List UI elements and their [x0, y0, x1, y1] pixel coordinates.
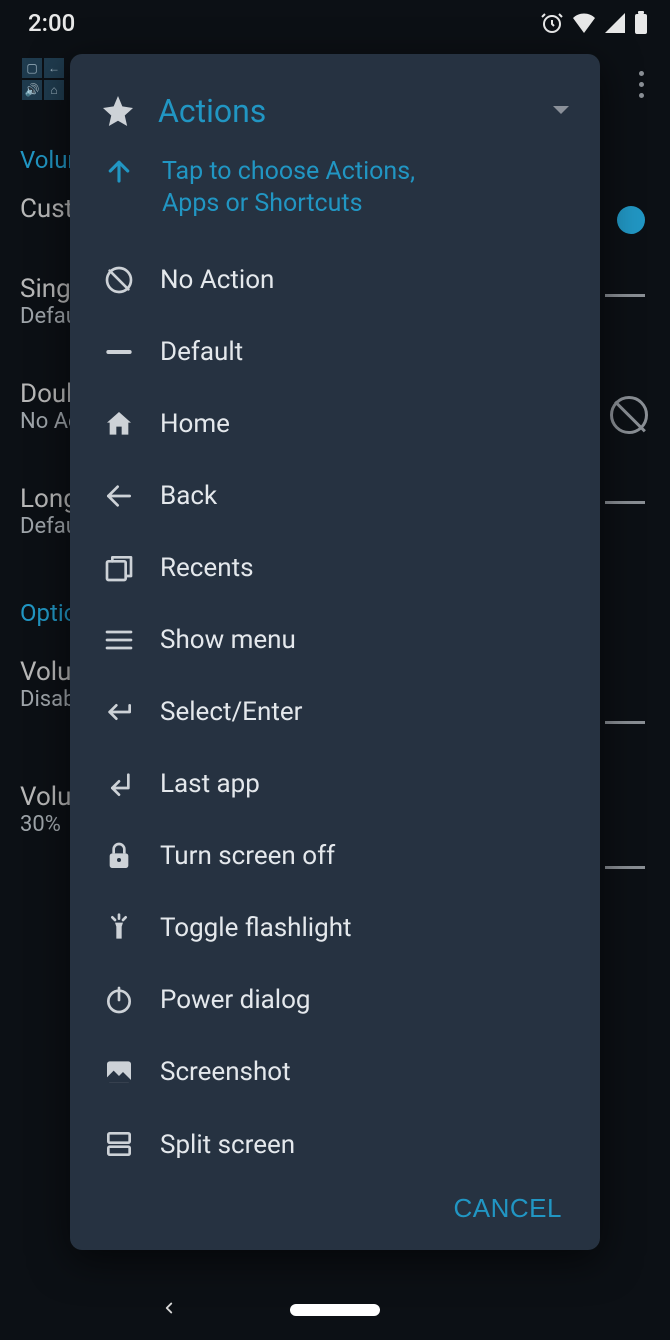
arrow-up-icon	[104, 156, 134, 186]
action-item-label: Recents	[160, 553, 254, 583]
action-item-last-app[interactable]: Last app	[90, 748, 580, 820]
alarm-icon	[540, 11, 564, 35]
android-navbar	[0, 1280, 670, 1340]
battery-icon	[634, 11, 648, 35]
split-icon	[102, 1127, 136, 1161]
action-item-power-dialog[interactable]: Power dialog	[90, 964, 580, 1036]
status-bar: 2:00	[0, 0, 670, 46]
action-item-split-screen[interactable]: Split screen	[90, 1108, 580, 1175]
dialog-hint-text: Tap to choose Actions, Apps or Shortcuts	[162, 156, 442, 220]
action-item-label: Default	[160, 337, 243, 367]
action-item-screen-off[interactable]: Turn screen off	[90, 820, 580, 892]
menu-icon	[102, 623, 136, 657]
actions-dialog: Actions Tap to choose Actions, Apps or S…	[70, 54, 600, 1250]
star-icon	[100, 93, 136, 129]
action-item-label: Turn screen off	[160, 841, 335, 871]
action-item-flashlight[interactable]: Toggle flashlight	[90, 892, 580, 964]
action-item-label: No Action	[160, 265, 274, 295]
dash-icon	[102, 335, 136, 369]
last-app-icon	[102, 767, 136, 801]
toggle-icon	[617, 206, 645, 234]
action-item-home[interactable]: Home	[90, 388, 580, 460]
lock-icon	[102, 839, 136, 873]
recents-icon	[102, 551, 136, 585]
nav-home-pill[interactable]	[290, 1304, 380, 1316]
action-item-label: Home	[160, 409, 230, 439]
action-item-no-action[interactable]: No Action	[90, 244, 580, 316]
action-item-select-enter[interactable]: Select/Enter	[90, 676, 580, 748]
signal-icon	[604, 12, 626, 34]
app-icon: ▢←🔊⌂	[22, 58, 64, 100]
dialog-header[interactable]: Actions	[70, 54, 600, 142]
action-item-default[interactable]: Default	[90, 316, 580, 388]
power-icon	[102, 983, 136, 1017]
action-item-show-menu[interactable]: Show menu	[90, 604, 580, 676]
dialog-footer: CANCEL	[70, 1175, 600, 1250]
home-icon	[102, 407, 136, 441]
status-time: 2:00	[28, 9, 75, 37]
status-icons	[540, 11, 648, 35]
arrow-left-icon	[102, 479, 136, 513]
dialog-title: Actions	[158, 92, 530, 130]
action-item-label: Split screen	[160, 1130, 295, 1158]
dialog-hint-row[interactable]: Tap to choose Actions, Apps or Shortcuts	[70, 142, 600, 244]
action-item-label: Power dialog	[160, 985, 311, 1015]
action-item-label: Screenshot	[160, 1057, 291, 1087]
action-list: No Action Default Home Back Recents Show menu…	[70, 244, 600, 1175]
wifi-icon	[572, 12, 596, 34]
flashlight-icon	[102, 911, 136, 945]
action-item-label: Toggle flashlight	[160, 913, 352, 943]
nav-back-icon[interactable]	[160, 1298, 178, 1323]
action-item-back[interactable]: Back	[90, 460, 580, 532]
action-item-label: Show menu	[160, 625, 296, 655]
action-item-recents[interactable]: Recents	[90, 532, 580, 604]
action-item-screenshot[interactable]: Screenshot	[90, 1036, 580, 1108]
no-action-icon	[610, 396, 648, 434]
action-item-label: Back	[160, 481, 217, 511]
no-sign-icon	[102, 263, 136, 297]
cancel-button[interactable]: CANCEL	[454, 1193, 562, 1224]
action-item-label: Last app	[160, 769, 260, 799]
dropdown-icon[interactable]	[552, 105, 570, 117]
overflow-icon[interactable]	[639, 71, 644, 98]
image-icon	[102, 1055, 136, 1089]
action-item-label: Select/Enter	[160, 697, 302, 727]
return-icon	[102, 695, 136, 729]
